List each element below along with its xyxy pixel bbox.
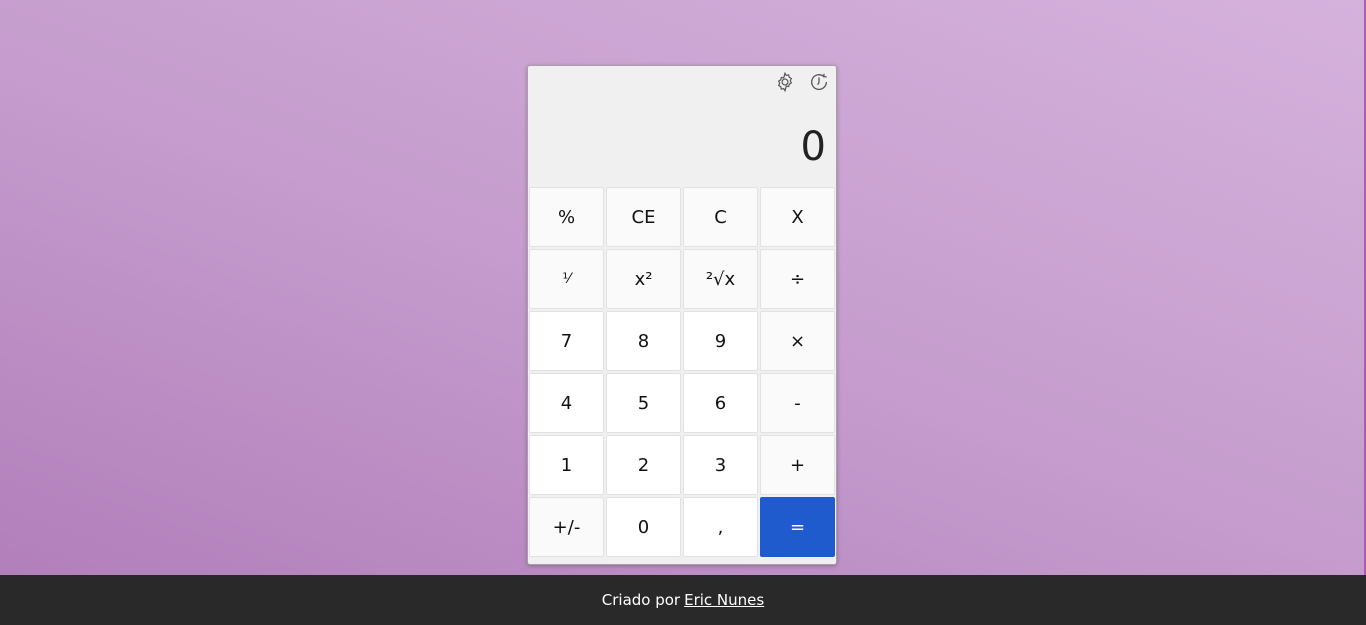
- digit-6-button[interactable]: 6: [683, 373, 758, 433]
- calculator-display: 0: [800, 124, 826, 170]
- digit-7-button[interactable]: 7: [529, 311, 604, 371]
- clear-button[interactable]: C: [683, 187, 758, 247]
- square-root-button[interactable]: ²√x: [683, 249, 758, 309]
- square-button[interactable]: x²: [606, 249, 681, 309]
- reciprocal-button[interactable]: ¹⁄: [529, 249, 604, 309]
- gear-icon[interactable]: [773, 70, 797, 94]
- footer: Criado por Eric Nunes: [0, 575, 1366, 625]
- history-icon[interactable]: [807, 70, 831, 94]
- clear-entry-button[interactable]: CE: [606, 187, 681, 247]
- divide-button[interactable]: ÷: [760, 249, 835, 309]
- digit-3-button[interactable]: 3: [683, 435, 758, 495]
- digit-8-button[interactable]: 8: [606, 311, 681, 371]
- keypad: % CE C X ¹⁄ x² ²√x ÷ 7 8 9 × 4 5 6- 1 2 3 + +/- 0, =: [529, 187, 835, 557]
- author-link[interactable]: Eric Nunes: [684, 591, 764, 609]
- equals-button[interactable]: =: [760, 497, 835, 557]
- digit-0-button[interactable]: 0: [606, 497, 681, 557]
- negate-button[interactable]: +/-: [529, 497, 604, 557]
- calculator: 0 % CE C X ¹⁄ x² ²√x ÷ 7 8 9 × 4 5 6-1 2 3 + +/- 0, =: [527, 65, 837, 565]
- subtract-button[interactable]: -: [760, 373, 835, 433]
- percent-button[interactable]: %: [529, 187, 604, 247]
- digit-4-button[interactable]: 4: [529, 373, 604, 433]
- backspace-button[interactable]: X: [760, 187, 835, 247]
- footer-credit-prefix: Criado por: [601, 591, 681, 609]
- decimal-button[interactable]: ,: [683, 497, 758, 557]
- digit-2-button[interactable]: 2: [606, 435, 681, 495]
- add-button[interactable]: +: [760, 435, 835, 495]
- digit-5-button[interactable]: 5: [606, 373, 681, 433]
- toolbar: [773, 70, 831, 94]
- multiply-button[interactable]: ×: [760, 311, 835, 371]
- digit-1-button[interactable]: 1: [529, 435, 604, 495]
- digit-9-button[interactable]: 9: [683, 311, 758, 371]
